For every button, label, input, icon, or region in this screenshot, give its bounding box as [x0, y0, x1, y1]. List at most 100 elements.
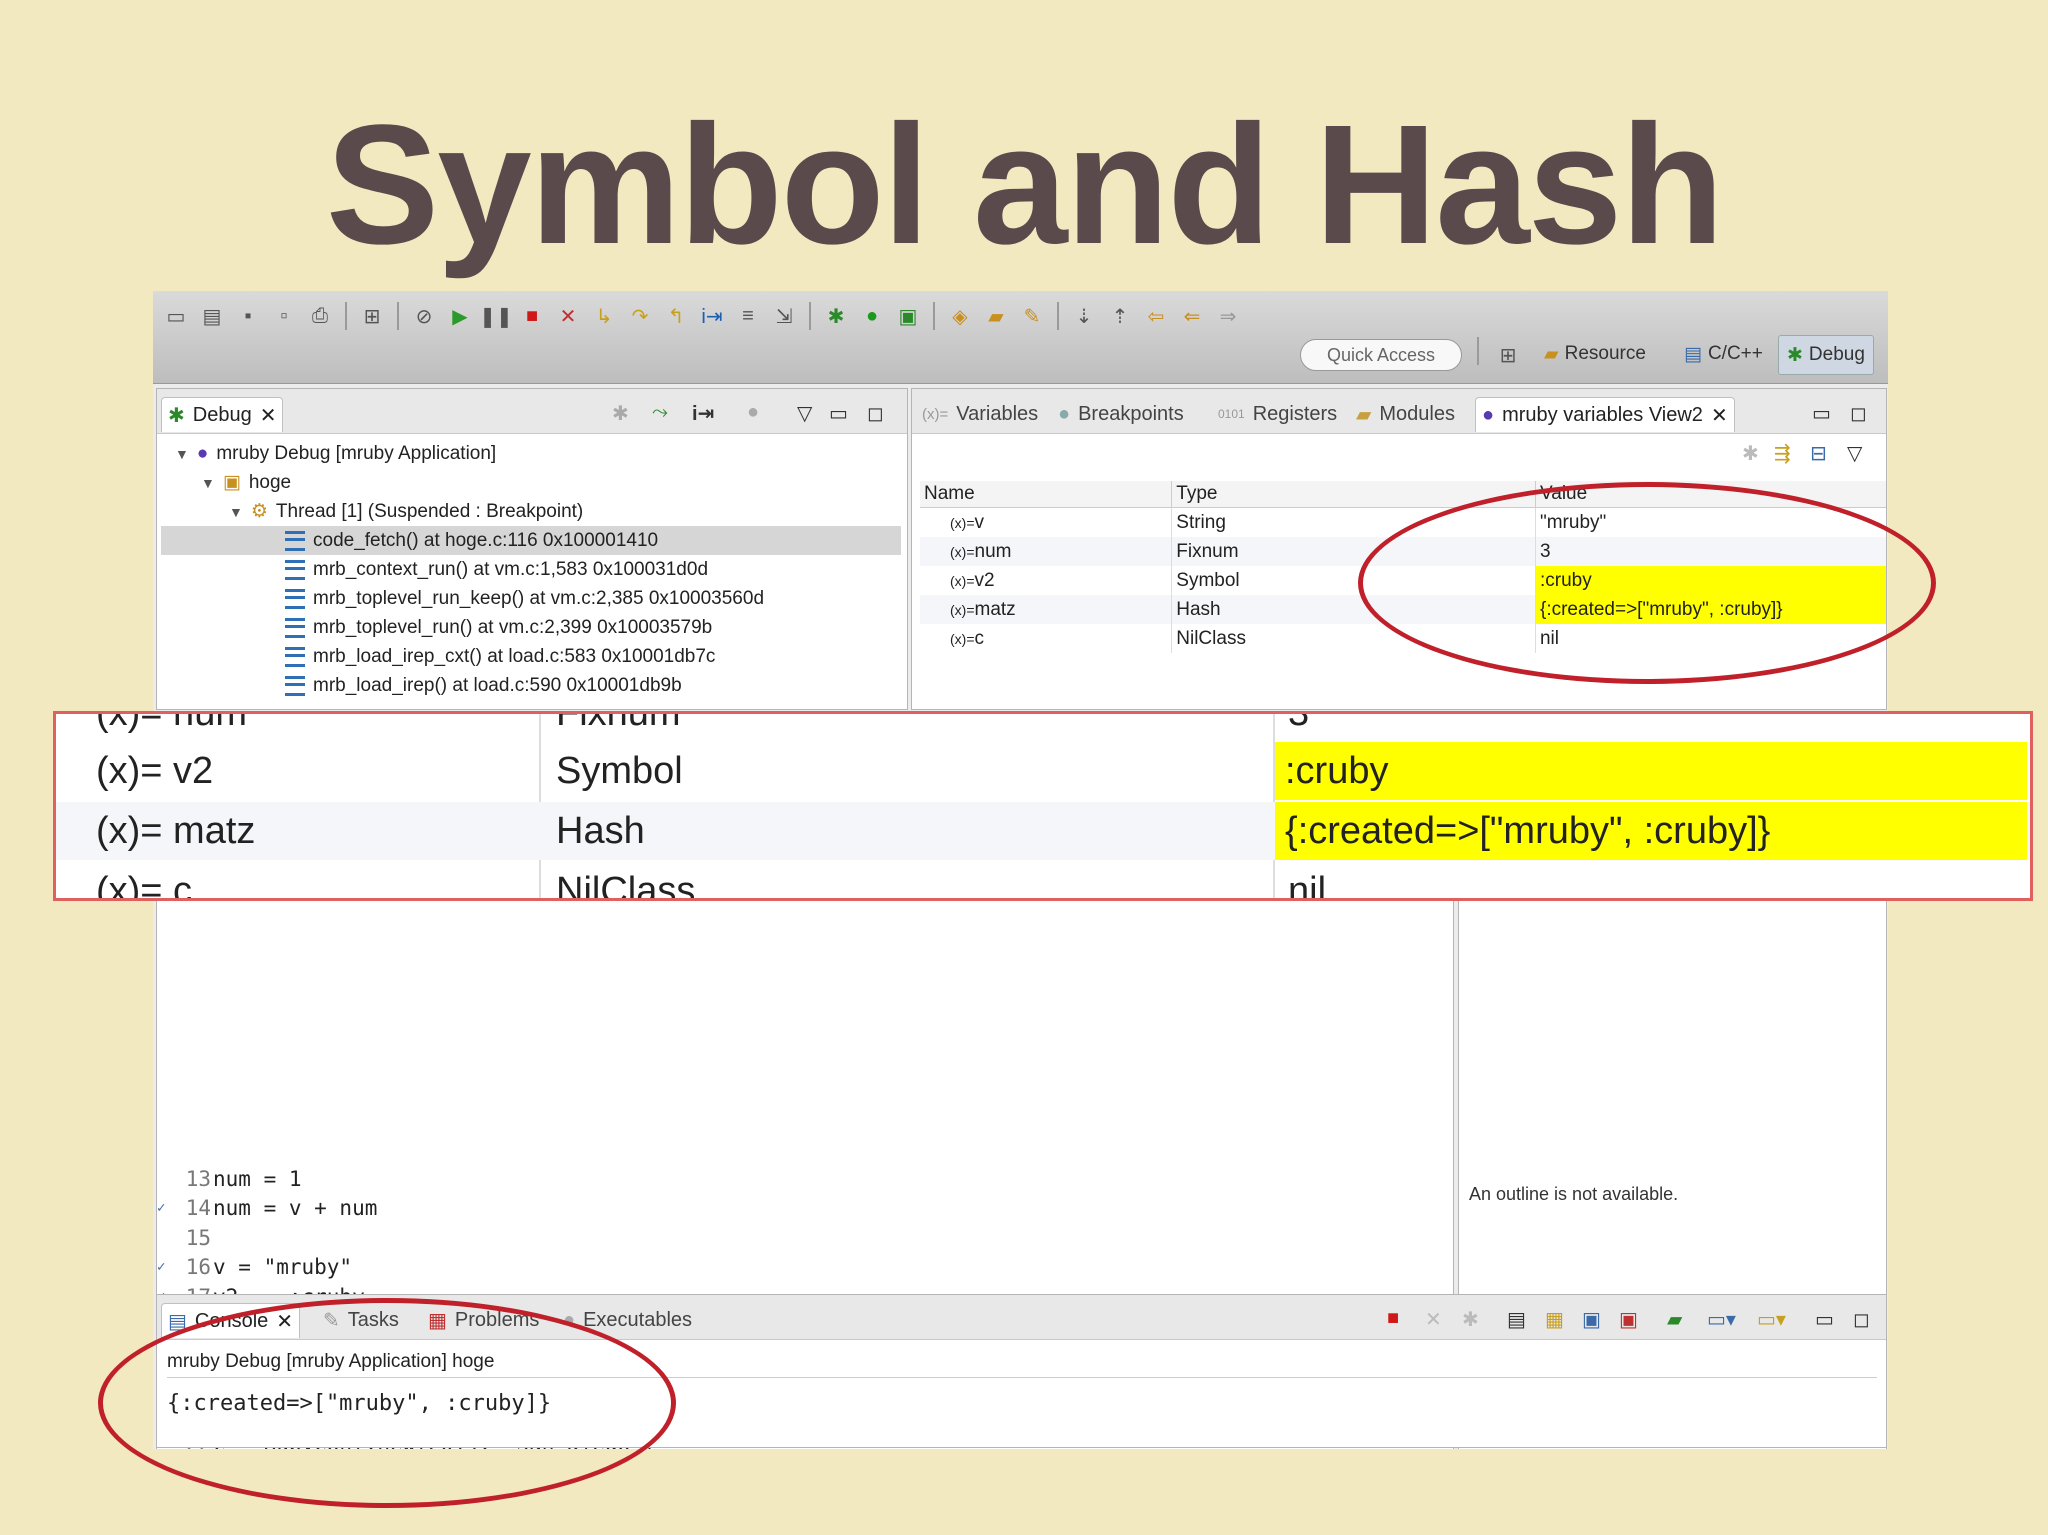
maximize-icon[interactable]: ◻ — [1853, 1307, 1870, 1332]
toolbar-buttons: ▭ ▤ ▪ ▫ ⎙ ⊞ ⊘ ▶ ❚❚ ■ ✕ ↳ ↷ ↰ i⇥ ≡ ⇲ ✱ ● … — [161, 299, 1243, 333]
forward-icon[interactable]: ⇒ — [1213, 302, 1243, 330]
expand-arrow-icon[interactable]: ▼ — [229, 504, 243, 520]
stack-frame[interactable]: code_fetch() at hoge.c:116 0x100001410 — [161, 526, 901, 555]
debug-tabbar: ✱ Debug ✕ ✱ ⤳ i⇥ ● ▽ ▭ ◻ — [157, 389, 907, 434]
connect-icon[interactable]: ⤳ — [652, 401, 668, 424]
debug-view: ✱ Debug ✕ ✱ ⤳ i⇥ ● ▽ ▭ ◻ ▼ ● mruby Debug… — [156, 388, 908, 710]
terminate-icon[interactable]: ■ — [1387, 1307, 1399, 1330]
quick-access-input[interactable]: Quick Access — [1300, 339, 1462, 371]
maximize-icon[interactable]: ◻ — [867, 401, 884, 426]
code-line[interactable]: 15 — [157, 1223, 1447, 1252]
disconnect-icon[interactable]: ✕ — [553, 302, 583, 330]
show-type-names-icon[interactable]: ✱ — [1742, 441, 1759, 466]
slide-title: Symbol and Hash — [325, 90, 1724, 280]
remove-terminated-icon[interactable]: ✱ — [612, 401, 629, 426]
step-into-icon[interactable]: ↳ — [589, 302, 619, 330]
variable-icon: (x)= — [950, 630, 975, 647]
show-stderr-icon[interactable]: ▣ — [1619, 1307, 1638, 1332]
search-icon[interactable]: ✎ — [1017, 302, 1047, 330]
disabled-icon[interactable]: ● — [747, 401, 759, 424]
perspective-debug[interactable]: ✱ Debug — [1778, 335, 1874, 375]
step-over-icon[interactable]: ↷ — [625, 302, 655, 330]
scroll-lock-icon[interactable]: ▦ — [1545, 1307, 1564, 1332]
maximize-icon[interactable]: ◻ — [1850, 401, 1867, 426]
tab-debug[interactable]: ✱ Debug ✕ — [161, 397, 284, 432]
line-code: num = 1 — [213, 1166, 302, 1191]
use-step-filters-icon[interactable]: ⇲ — [769, 302, 799, 330]
terminate-icon[interactable]: ■ — [517, 302, 547, 330]
tab-breakpoints[interactable]: ● Breakpoints — [1052, 397, 1190, 431]
code-line[interactable]: 13 num = 1 — [157, 1164, 1447, 1193]
new-project-icon[interactable]: ▤ — [197, 302, 227, 330]
stack-frame[interactable]: mrb_load_irep() at load.c:590 0x10001db9… — [157, 671, 682, 700]
display-console-icon[interactable]: ▭▾ — [1707, 1307, 1736, 1332]
code-line[interactable]: ✓ 14 num = v + num — [157, 1194, 1447, 1223]
stack-frame[interactable]: mrb_toplevel_run_keep() at vm.c:2,385 0x… — [157, 584, 764, 613]
external-tools-icon[interactable]: ▣ — [893, 302, 923, 330]
next-annotation-icon[interactable]: ⇣ — [1069, 302, 1099, 330]
tree-process[interactable]: ▼ ▣ hoge — [157, 468, 291, 497]
open-console-icon[interactable]: ▭▾ — [1757, 1307, 1786, 1332]
collapse-all-icon[interactable]: ⊟ — [1810, 441, 1827, 466]
drop-to-frame-icon[interactable]: ≡ — [733, 302, 763, 330]
save-icon[interactable]: ▪ — [233, 302, 263, 330]
skip-breakpoints-icon[interactable]: ⊘ — [409, 302, 439, 330]
save-all-icon[interactable]: ▫ — [269, 302, 299, 330]
breakpoint-marker-icon[interactable]: ✓ — [157, 1200, 179, 1216]
tab-mruby-variables[interactable]: ● mruby variables View2 ✕ — [1475, 397, 1735, 432]
print-icon[interactable]: ⎙ — [305, 302, 335, 330]
expand-arrow-icon[interactable]: ▼ — [175, 446, 189, 462]
open-folder-icon[interactable]: ▰ — [981, 302, 1011, 330]
clear-console-icon[interactable]: ▤ — [1507, 1307, 1526, 1332]
remove-launch-icon[interactable]: ✕ — [1425, 1307, 1442, 1332]
breakpoint-marker-icon[interactable]: ✓ — [157, 1259, 179, 1275]
variable-name-text: v — [974, 511, 985, 533]
perspective-cpp[interactable]: ▤ C/C++ — [1676, 335, 1771, 373]
step-return-icon[interactable]: ↰ — [661, 302, 691, 330]
tab-variables[interactable]: (x)= Variables — [916, 397, 1044, 431]
debug-icon[interactable]: ✱ — [821, 302, 851, 330]
open-perspective-icon[interactable]: ⊞ — [1493, 341, 1523, 369]
cpp-icon: ▤ — [1684, 343, 1702, 365]
tree-label: hoge — [248, 471, 292, 493]
tab-label: Debug — [192, 403, 252, 426]
close-icon[interactable]: ✕ — [1711, 403, 1728, 428]
code-line[interactable]: ✓ 16 v = "mruby" — [157, 1253, 1447, 1282]
new-icon[interactable]: ▭ — [161, 302, 191, 330]
show-stdout-icon[interactable]: ▣ — [1582, 1307, 1601, 1332]
tree-thread[interactable]: ▼ ⚙ Thread [1] (Suspended : Breakpoint) — [157, 497, 583, 526]
minimize-icon[interactable]: ▭ — [829, 401, 848, 426]
minimize-icon[interactable]: ▭ — [1812, 401, 1831, 426]
stack-frame[interactable]: mrb_context_run() at vm.c:1,583 0x100031… — [157, 555, 708, 584]
resume-icon[interactable]: ▶ — [445, 302, 475, 330]
tree-launch[interactable]: ▼ ● mruby Debug [mruby Application] — [157, 439, 496, 468]
last-edit-icon[interactable]: ⇦ — [1141, 302, 1171, 330]
column-header[interactable]: Name — [920, 481, 1173, 508]
stack-frame[interactable]: mrb_toplevel_run() at vm.c:2,399 0x10003… — [157, 613, 712, 642]
suspend-icon[interactable]: ❚❚ — [479, 302, 513, 330]
close-icon[interactable]: ✕ — [260, 403, 277, 428]
stack-frame[interactable]: mrb_load_irep_cxt() at load.c:583 0x1000… — [157, 642, 715, 671]
instruction-stepping-icon[interactable]: i⇥ — [697, 302, 727, 330]
show-logical-icon[interactable]: ⇶ — [1774, 441, 1791, 466]
tab-label: Modules — [1379, 402, 1455, 425]
tab-registers[interactable]: 0101 Registers — [1212, 397, 1343, 431]
back-icon[interactable]: ⇐ — [1177, 302, 1207, 330]
expand-arrow-icon[interactable]: ▼ — [201, 475, 215, 491]
minimize-icon[interactable]: ▭ — [1815, 1307, 1834, 1332]
open-type-icon[interactable]: ◈ — [945, 302, 975, 330]
tab-modules[interactable]: ▰ Modules — [1350, 397, 1461, 431]
pin-console-icon[interactable]: ▰ — [1667, 1307, 1682, 1332]
view-menu-icon[interactable]: ▽ — [797, 401, 812, 426]
breakpoint-icon: ● — [1058, 402, 1071, 425]
view-menu-icon[interactable]: ▽ — [1847, 441, 1862, 466]
binary-icon[interactable]: ⊞ — [357, 302, 387, 330]
run-icon[interactable]: ● — [857, 302, 887, 330]
remove-all-icon[interactable]: ✱ — [1462, 1307, 1479, 1332]
stack-frame-icon — [285, 559, 305, 580]
previous-annotation-icon[interactable]: ⇡ — [1105, 302, 1135, 330]
perspective-resource[interactable]: ▰ Resource — [1536, 335, 1654, 373]
instruction-step-icon[interactable]: i⇥ — [692, 401, 714, 426]
variable-name-text: num — [974, 540, 1012, 562]
folder-icon: ▰ — [1544, 343, 1559, 365]
